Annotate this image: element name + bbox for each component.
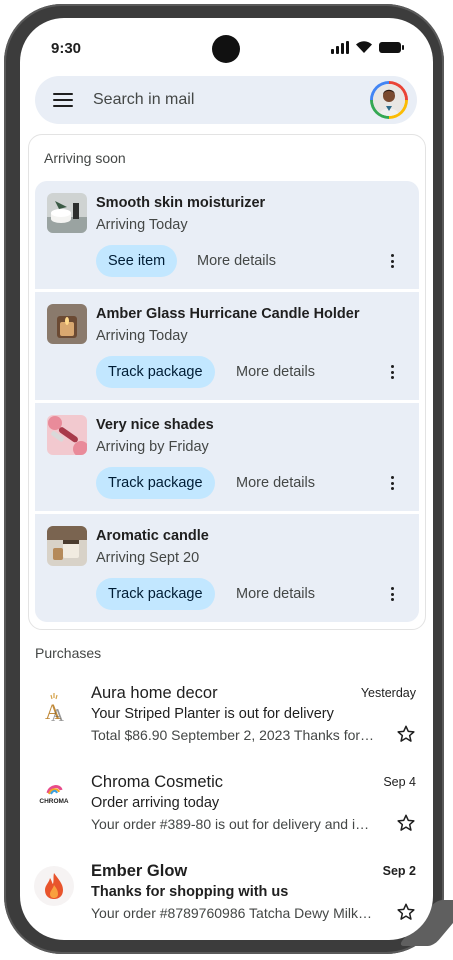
avatar-photo bbox=[373, 84, 405, 116]
package-card: Aromatic candle Arriving Sept 20 Track p… bbox=[35, 514, 419, 622]
more-options-icon[interactable] bbox=[391, 587, 395, 601]
see-item-button[interactable]: See item bbox=[96, 245, 178, 277]
product-name: Very nice shades bbox=[96, 417, 214, 433]
track-package-button[interactable]: Track package bbox=[96, 467, 215, 499]
status-icons bbox=[331, 40, 404, 54]
package-card: Smooth skin moisturizer Arriving Today S… bbox=[35, 181, 419, 289]
product-name: Aromatic candle bbox=[96, 528, 209, 544]
menu-icon[interactable] bbox=[53, 93, 73, 107]
status-time: 9:30 bbox=[51, 40, 82, 57]
package-card: Very nice shades Arriving by Friday Trac… bbox=[35, 403, 419, 511]
product-name: Smooth skin moisturizer bbox=[96, 195, 266, 211]
more-details-link[interactable]: More details bbox=[236, 586, 315, 602]
sender-logo: A A bbox=[34, 688, 74, 728]
email-subject: Thanks for shopping with us bbox=[91, 884, 289, 900]
product-thumbnail bbox=[47, 193, 87, 233]
package-card: Amber Glass Hurricane Candle Holder Arri… bbox=[35, 292, 419, 400]
arrival-status: Arriving Today bbox=[96, 328, 188, 344]
product-thumbnail bbox=[47, 526, 87, 566]
more-options-icon[interactable] bbox=[391, 476, 395, 490]
product-thumbnail bbox=[47, 304, 87, 344]
email-subject: Order arriving today bbox=[91, 795, 220, 811]
star-icon[interactable] bbox=[396, 724, 416, 744]
email-row[interactable]: Ember Glow Sep 2 Thanks for shopping wit… bbox=[20, 852, 433, 938]
email-date: Yesterday bbox=[360, 686, 416, 700]
avatar[interactable] bbox=[370, 81, 408, 119]
sender-name: Chroma Cosmetic bbox=[91, 773, 224, 791]
more-details-link[interactable]: More details bbox=[197, 253, 276, 269]
email-snippet: Total $86.90 September 2, 2023 Thanks fo… bbox=[91, 727, 376, 743]
more-details-link[interactable]: More details bbox=[236, 364, 315, 380]
sender-logo bbox=[34, 866, 74, 906]
screen: 9:30 Ar bbox=[20, 18, 433, 940]
sender-name: Aura home decor bbox=[91, 684, 218, 702]
product-name: Amber Glass Hurricane Candle Holder bbox=[96, 306, 360, 322]
battery-icon bbox=[379, 41, 404, 53]
email-date: Sep 4 bbox=[383, 775, 416, 789]
camera-cutout bbox=[212, 35, 240, 63]
email-snippet: Your order #8789760986 Tatcha Dewy Milky… bbox=[91, 905, 376, 921]
star-icon[interactable] bbox=[396, 902, 416, 922]
arrival-status: Arriving Sept 20 bbox=[96, 550, 200, 566]
star-icon[interactable] bbox=[396, 813, 416, 833]
search-input[interactable] bbox=[91, 90, 365, 110]
sender-logo: CHROMA bbox=[34, 777, 74, 817]
purchases-title: Purchases bbox=[35, 645, 102, 661]
arriving-soon-section: Arriving soon Smooth skin moisturizer Ar bbox=[28, 134, 426, 630]
more-options-icon[interactable] bbox=[391, 365, 395, 379]
more-options-icon[interactable] bbox=[391, 254, 395, 268]
signal-icon bbox=[331, 40, 349, 54]
email-row[interactable]: CHROMA Chroma Cosmetic Sep 4 Order arriv… bbox=[20, 763, 433, 849]
email-snippet: Your order #389-80 is out for delivery a… bbox=[91, 816, 376, 832]
arriving-soon-list: Smooth skin moisturizer Arriving Today S… bbox=[35, 181, 419, 625]
email-row[interactable]: A A Aura home decor Yesterday Your Strip… bbox=[20, 674, 433, 760]
track-package-button[interactable]: Track package bbox=[96, 356, 215, 388]
search-bar bbox=[35, 76, 417, 124]
sender-name: Ember Glow bbox=[91, 862, 188, 880]
email-date: Sep 2 bbox=[382, 864, 416, 878]
svg-text:CHROMA: CHROMA bbox=[39, 798, 69, 805]
more-details-link[interactable]: More details bbox=[236, 475, 315, 491]
arrival-status: Arriving Today bbox=[96, 217, 188, 233]
arriving-soon-title: Arriving soon bbox=[44, 150, 126, 166]
wifi-icon bbox=[356, 41, 372, 53]
svg-text:A: A bbox=[51, 705, 64, 725]
status-bar: 9:30 bbox=[20, 18, 433, 78]
email-subject: Your Striped Planter is out for delivery bbox=[91, 706, 334, 722]
track-package-button[interactable]: Track package bbox=[96, 578, 215, 610]
product-thumbnail bbox=[47, 415, 87, 455]
arrival-status: Arriving by Friday bbox=[96, 439, 209, 455]
